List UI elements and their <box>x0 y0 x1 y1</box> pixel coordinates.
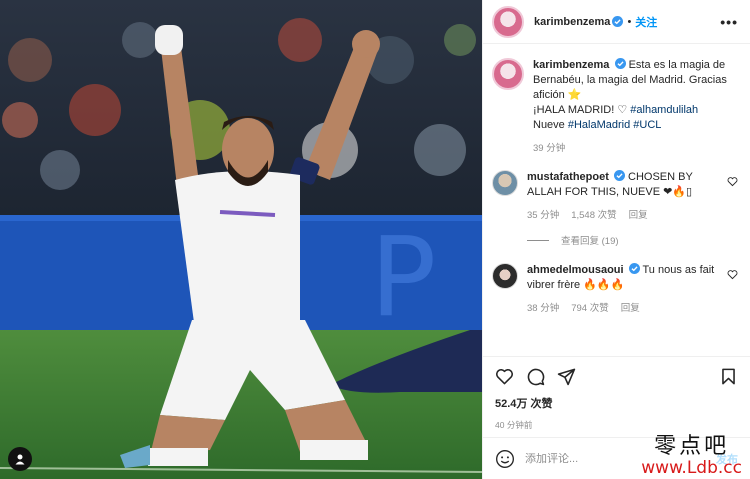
like-comment-heart-icon[interactable] <box>727 269 738 280</box>
comment-bubble-icon[interactable] <box>526 367 545 386</box>
watermark-url: www.Ldb.cc <box>641 458 742 478</box>
view-replies-line <box>527 239 549 241</box>
hashtag-halamadrid[interactable]: #HalaMadrid <box>568 119 630 131</box>
verified-badge-icon <box>612 16 624 27</box>
comment-avatar[interactable] <box>492 170 518 196</box>
comment-likes[interactable]: 794 次赞 <box>571 301 609 316</box>
view-replies-button[interactable]: 查看回复 (19) <box>527 233 738 247</box>
post-photo[interactable]: P <box>0 0 482 479</box>
reply-button[interactable]: 回复 <box>621 301 640 316</box>
comment-username[interactable]: mustafathepoet <box>527 171 609 183</box>
comment-likes[interactable]: 1,548 次赞 <box>571 208 616 223</box>
caption-hala-madrid: ¡HALA MADRID! ♡ <box>533 104 631 116</box>
caption-username[interactable]: karimbenzema <box>533 59 609 71</box>
view-replies-label: 查看回复 (19) <box>561 236 619 247</box>
caption-time[interactable]: 39 分钟 <box>533 141 565 156</box>
post-actions: 52.4万 次赞 40 分钟前 <box>483 356 750 431</box>
header-separator: • <box>627 15 632 28</box>
like-heart-icon[interactable] <box>495 367 514 386</box>
reply-button[interactable]: 回复 <box>629 208 648 223</box>
verified-badge-icon <box>614 58 626 69</box>
comment-avatar[interactable] <box>492 263 518 289</box>
post-header: karimbenzema • 关注 ••• <box>483 0 750 44</box>
comment-username[interactable]: ahmedelmousaoui <box>527 264 624 276</box>
caption-nueve: Nueve <box>533 119 568 131</box>
comment-item: ahmedelmousaoui Tu nous as fait vibrer f… <box>492 263 738 316</box>
comment-time[interactable]: 35 分钟 <box>527 208 559 223</box>
caption: karimbenzema Esta es la magia de Bernabé… <box>492 58 738 156</box>
post-likes-count[interactable]: 52.4万 次赞 <box>495 395 738 411</box>
author-avatar[interactable] <box>492 5 524 38</box>
post-timestamp[interactable]: 40 分钟前 <box>495 419 738 431</box>
save-bookmark-icon[interactable] <box>719 367 738 386</box>
watermark-title: 零点吧 <box>654 434 730 459</box>
user-tag-icon[interactable] <box>8 447 32 471</box>
more-options-icon[interactable]: ••• <box>718 14 738 30</box>
hashtag-alhamdulilah[interactable]: #alhamdulilah <box>630 104 698 116</box>
share-send-icon[interactable] <box>557 367 576 386</box>
caption-avatar[interactable] <box>492 58 524 90</box>
emoji-icon[interactable] <box>495 449 515 469</box>
hashtag-ucl[interactable]: #UCL <box>633 119 661 131</box>
verified-badge-icon <box>628 263 640 274</box>
watermark: 零点吧 www.Ldb.cc <box>641 436 742 477</box>
photo-image: P <box>0 0 482 479</box>
like-comment-heart-icon[interactable] <box>727 176 738 187</box>
comments-list[interactable]: karimbenzema Esta es la magia de Bernabé… <box>483 44 750 354</box>
author-username[interactable]: karimbenzema <box>534 16 610 28</box>
comment-time[interactable]: 38 分钟 <box>527 301 559 316</box>
comment-item: mustafathepoet CHOSEN BY ALLAH FOR THIS,… <box>492 170 738 223</box>
svg-text:P: P <box>370 213 436 341</box>
post-side-panel: karimbenzema • 关注 ••• karimbenzema Esta … <box>482 0 750 479</box>
verified-badge-icon <box>613 170 625 181</box>
follow-button[interactable]: 关注 <box>635 14 657 30</box>
